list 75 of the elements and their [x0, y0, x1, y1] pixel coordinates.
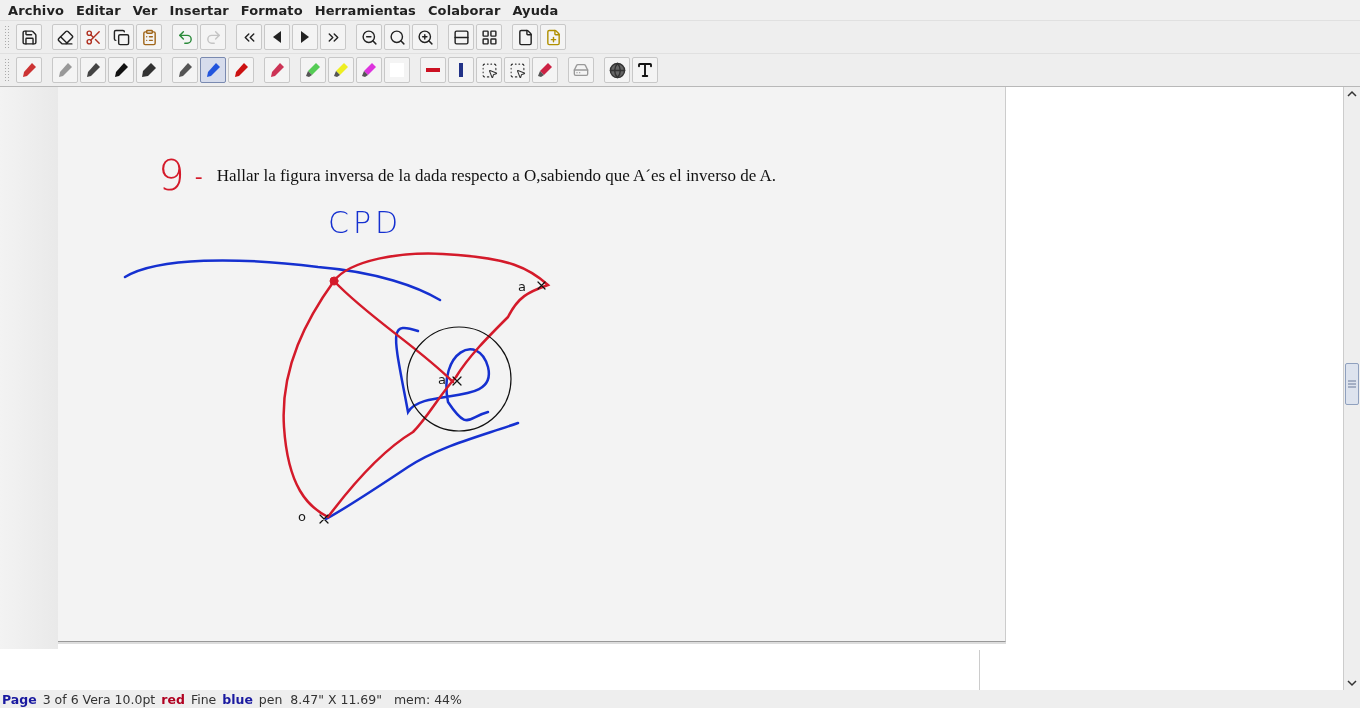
scroll-thumb[interactable]: [1345, 363, 1359, 405]
zoom-out-icon: [360, 28, 378, 46]
redo-icon: [204, 28, 222, 46]
triangle-right-icon: [300, 30, 310, 44]
status-text: pen 8.47" X 11.69" mem: 44%: [258, 691, 462, 707]
globe-tool-button[interactable]: [604, 57, 630, 83]
copy-button[interactable]: [108, 24, 134, 50]
paste-button[interactable]: [136, 24, 162, 50]
single-column-button[interactable]: [448, 24, 474, 50]
new-page-icon: [544, 28, 562, 46]
zoom-fit-button[interactable]: [384, 24, 410, 50]
cut-button[interactable]: [80, 24, 106, 50]
grip-icon: [1348, 380, 1356, 388]
undo-icon: [176, 28, 194, 46]
status-text: 3 of 6 Vera 10.0pt: [42, 691, 156, 707]
ruler-tool-button[interactable]: [448, 57, 474, 83]
highlighter-tool-button[interactable]: [328, 57, 354, 83]
pen-tool-button[interactable]: [172, 57, 198, 83]
save-button[interactable]: [16, 24, 42, 50]
zoom-out-button[interactable]: [356, 24, 382, 50]
status-text: red: [161, 691, 185, 707]
point-label: a: [518, 279, 526, 294]
selection-icon: [508, 61, 526, 79]
menu-item[interactable]: Editar: [70, 2, 127, 18]
disk-tool-button[interactable]: [568, 57, 594, 83]
zoom-fit-icon: [388, 28, 406, 46]
vertical-scrollbar[interactable]: [1343, 87, 1360, 690]
marker-tool-button[interactable]: [136, 57, 162, 83]
menu-item[interactable]: Formato: [234, 2, 309, 18]
selection-icon: [480, 61, 498, 79]
single-column-icon: [452, 28, 470, 46]
grid-button[interactable]: [476, 24, 502, 50]
handwritten-note: CPD: [328, 205, 403, 240]
problem-number: 9: [158, 155, 185, 197]
zoom-in-icon: [416, 28, 434, 46]
selection-tool-button[interactable]: [476, 57, 502, 83]
last-page-button[interactable]: [320, 24, 346, 50]
cut-icon: [84, 28, 102, 46]
globe-icon: [608, 61, 626, 79]
undo-button[interactable]: [172, 24, 198, 50]
text-icon: [636, 61, 654, 79]
text-tool-button[interactable]: [632, 57, 658, 83]
eraser-icon: [56, 28, 74, 46]
problem-statement: Hallar la figura inversa de la dada respecto a O,sabiendo que A´es el inverso de A.: [216, 166, 777, 186]
page-button[interactable]: [512, 24, 538, 50]
problem-dash: -: [194, 163, 203, 189]
highlighter-tool-button[interactable]: [356, 57, 382, 83]
zoom-in-button[interactable]: [412, 24, 438, 50]
menu-item[interactable]: Archivo: [2, 2, 70, 18]
selection-tool-button[interactable]: [504, 57, 530, 83]
status-text: Page: [2, 691, 37, 707]
status-text: Fine: [190, 691, 217, 707]
line-tool-button[interactable]: [420, 57, 446, 83]
menu-item[interactable]: Colaborar: [421, 2, 507, 18]
eraser-button[interactable]: [52, 24, 78, 50]
point-label: a: [438, 372, 446, 387]
paste-icon: [140, 28, 158, 46]
first-page-button[interactable]: [236, 24, 262, 50]
status-text: blue: [222, 691, 253, 707]
menu-item[interactable]: Herramientas: [308, 2, 422, 18]
pen-tool-button[interactable]: [80, 57, 106, 83]
triangle-left-icon: [272, 30, 282, 44]
highlighter-tool-button[interactable]: [300, 57, 326, 83]
grid-icon: [480, 28, 498, 46]
save-icon: [20, 28, 38, 46]
menu-item[interactable]: Ver: [126, 2, 164, 18]
point-label: o: [298, 509, 306, 524]
menu-item[interactable]: Insertar: [163, 2, 235, 18]
previous-page-button[interactable]: [264, 24, 290, 50]
copy-icon: [112, 28, 130, 46]
page-icon: [516, 28, 534, 46]
highlighter-tool-button[interactable]: [532, 57, 558, 83]
menu-item[interactable]: Ayuda: [506, 2, 565, 18]
pen-tool-button[interactable]: [108, 57, 134, 83]
next-page-button[interactable]: [292, 24, 318, 50]
